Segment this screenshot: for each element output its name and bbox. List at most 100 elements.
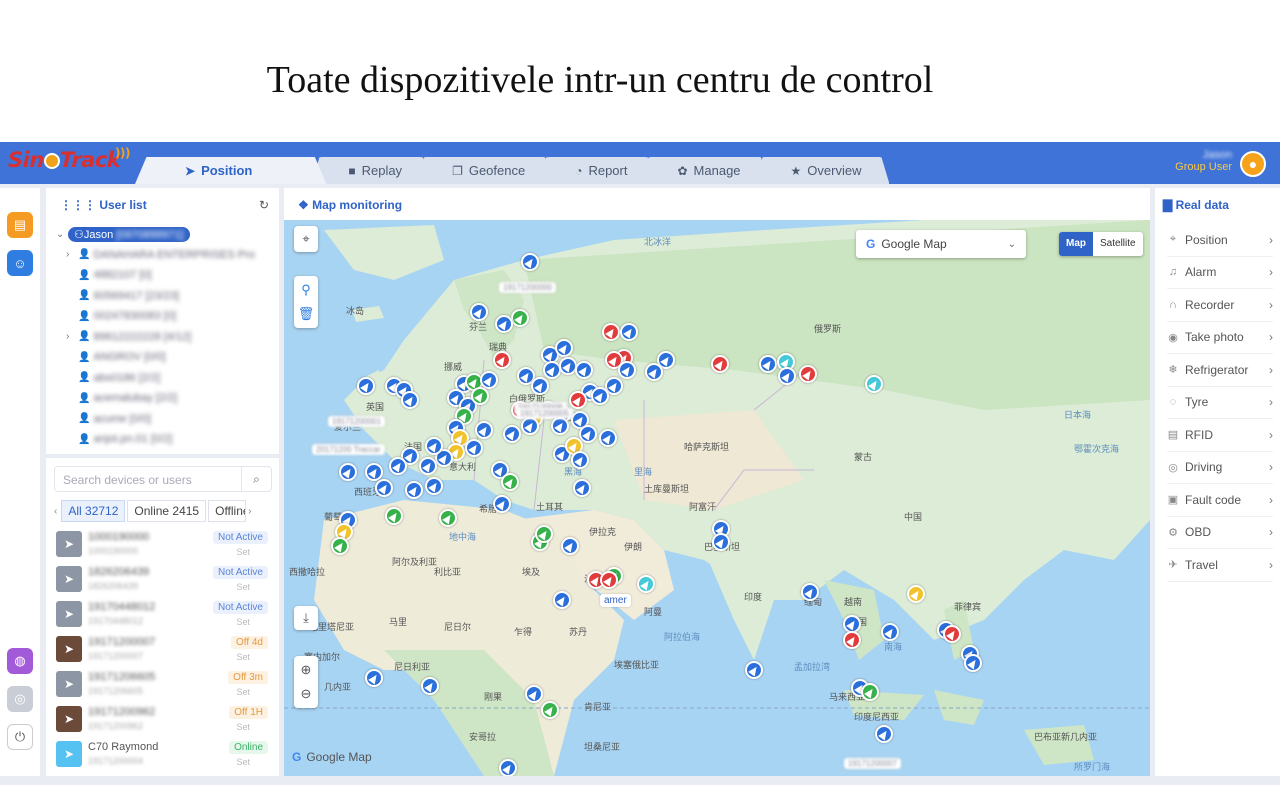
chevron-right-icon[interactable]: ›	[66, 249, 78, 260]
real-data-tyre[interactable]: ◌ Tyre ›	[1167, 387, 1273, 419]
vehicle-marker[interactable]	[745, 661, 763, 679]
tree-root[interactable]: ⌄ ⚇Jason [0970899971]	[56, 224, 276, 245]
device-row[interactable]: ➤ C70 Raymond 19171200004 Online Set	[54, 738, 276, 773]
vehicle-marker[interactable]	[881, 623, 899, 641]
tab-overview[interactable]: ★ Overview	[754, 157, 890, 184]
real-data-take-photo[interactable]: ◉ Take photo ›	[1167, 322, 1273, 354]
real-data-driving[interactable]: ◎ Driving ›	[1167, 452, 1273, 484]
globe-icon[interactable]: ◍	[7, 648, 33, 674]
settings-icon[interactable]: ◎	[7, 686, 33, 712]
set-link[interactable]: Set	[236, 617, 250, 627]
vehicle-marker[interactable]	[375, 479, 393, 497]
set-link[interactable]: Set	[236, 687, 250, 697]
vehicle-marker[interactable]	[503, 425, 521, 443]
vehicle-marker[interactable]	[569, 391, 587, 409]
vehicle-marker[interactable]	[511, 309, 529, 327]
device-row[interactable]: ➤ 1826206439 1826206439 Not Active Set	[54, 563, 276, 598]
vehicle-marker[interactable]	[711, 355, 729, 373]
tree-node[interactable]: 👤 00247830083 [0]	[56, 306, 276, 327]
device-map-tag[interactable]: 19171200005	[516, 408, 573, 419]
zoom-in-icon[interactable]: ⊕	[301, 662, 312, 678]
set-link[interactable]: Set	[236, 652, 250, 662]
vehicle-marker[interactable]	[778, 367, 796, 385]
pins-icon[interactable]: ⚲	[301, 282, 311, 298]
vehicle-marker[interactable]	[637, 575, 655, 593]
vehicle-marker[interactable]	[759, 355, 777, 373]
vehicle-marker[interactable]	[531, 377, 549, 395]
vehicle-marker[interactable]	[365, 669, 383, 687]
tab-geofence[interactable]: ❐ Geofence	[416, 157, 554, 184]
tree-node[interactable]: 👤 60569417 [23/23]	[56, 286, 276, 307]
filter-all[interactable]: All 32712	[61, 500, 126, 522]
vehicle-marker[interactable]	[439, 509, 457, 527]
device-row[interactable]: ➤ 19171200007 19171200007 Off 4d Set	[54, 633, 276, 668]
filter-online[interactable]: Online 2415	[127, 500, 207, 522]
vehicle-marker[interactable]	[801, 583, 819, 601]
search-icon[interactable]: ⌕	[241, 467, 271, 491]
vehicle-marker[interactable]	[861, 683, 879, 701]
tab-manage[interactable]: ✿ Manage	[641, 157, 769, 184]
vehicle-marker[interactable]	[389, 457, 407, 475]
vehicle-marker[interactable]	[541, 701, 559, 719]
device-map-tag[interactable]: 20171200 Traccar	[312, 444, 385, 455]
vehicle-marker[interactable]	[599, 429, 617, 447]
vehicle-marker[interactable]	[480, 371, 498, 389]
device-map-tag[interactable]: 19171200001	[328, 416, 385, 427]
vehicle-marker[interactable]	[521, 253, 539, 271]
tree-node[interactable]: › 👤 DANAHARA ENTERPRISES Pro	[56, 245, 276, 266]
vehicle-marker[interactable]	[799, 365, 817, 383]
tab-replay[interactable]: ■ Replay	[312, 157, 431, 184]
tree-node[interactable]: 👤 acemalubay [2/2]	[56, 388, 276, 409]
vehicle-marker[interactable]	[553, 591, 571, 609]
power-icon[interactable]: ⏻	[7, 724, 33, 750]
vehicle-marker[interactable]	[618, 361, 636, 379]
vehicle-marker[interactable]	[470, 303, 488, 321]
tab-report[interactable]: ◔ Report	[539, 157, 656, 184]
vehicle-marker[interactable]	[620, 323, 638, 341]
real-data-rfid[interactable]: ▤ RFID ›	[1167, 419, 1273, 452]
vehicle-marker[interactable]	[907, 585, 925, 603]
device-row[interactable]: ➤ 19171200962 19171200962 Off 1H Set	[54, 703, 276, 738]
vehicle-marker[interactable]	[571, 451, 589, 469]
tree-node[interactable]: 👤 4882107 [0]	[56, 265, 276, 286]
tree-node[interactable]: 👤 abs0186 [2/2]	[56, 368, 276, 389]
vehicle-marker[interactable]	[943, 625, 961, 643]
real-data-refrigerator[interactable]: ❄ Refrigerator ›	[1167, 354, 1273, 387]
vehicle-marker[interactable]	[575, 361, 593, 379]
set-link[interactable]: Set	[236, 722, 250, 732]
real-data-alarm[interactable]: ♫ Alarm ›	[1167, 257, 1273, 289]
vehicle-marker[interactable]	[421, 677, 439, 695]
vehicle-marker[interactable]	[535, 525, 553, 543]
vehicle-marker[interactable]	[365, 463, 383, 481]
tree-node[interactable]: 👤 acume [0/0]	[56, 409, 276, 430]
zoom-out-icon[interactable]: ⊖	[301, 686, 312, 702]
vehicle-marker[interactable]	[401, 391, 419, 409]
real-data-travel[interactable]: ✈ Travel ›	[1167, 549, 1273, 582]
chevron-left-icon[interactable]: ‹	[54, 506, 57, 517]
filter-offline[interactable]: Offline 6	[208, 500, 247, 522]
vehicle-marker[interactable]	[964, 654, 982, 672]
avatar[interactable]: ●	[1240, 151, 1266, 177]
set-link[interactable]: Set	[236, 547, 250, 557]
location-pin-icon[interactable]: ⌖	[294, 226, 318, 252]
vehicle-marker[interactable]	[425, 437, 443, 455]
vehicle-marker[interactable]	[600, 571, 618, 589]
vehicle-marker[interactable]	[425, 477, 443, 495]
vehicle-marker[interactable]	[475, 421, 493, 439]
vehicle-marker[interactable]	[602, 323, 620, 341]
vehicle-marker[interactable]	[579, 425, 597, 443]
refresh-icon[interactable]: ↻	[259, 198, 269, 212]
vehicle-marker[interactable]	[357, 377, 375, 395]
map-provider-select[interactable]: G Google Map ⌄	[856, 230, 1026, 258]
real-data-position[interactable]: ⌖ Position ›	[1167, 224, 1273, 257]
device-row[interactable]: ➤ 1000190000 1000190000 Not Active Set	[54, 528, 276, 563]
vehicle-marker[interactable]	[493, 495, 511, 513]
vehicle-marker[interactable]	[591, 387, 609, 405]
map-type-satellite[interactable]: Satellite	[1093, 232, 1143, 256]
vehicle-marker[interactable]	[559, 357, 577, 375]
search-input[interactable]: Search devices or users ⌕	[54, 466, 272, 492]
vehicle-marker[interactable]	[385, 507, 403, 525]
tree-node[interactable]: 👤 anjot.pn.01 [0/2]	[56, 429, 276, 450]
vehicle-marker[interactable]	[331, 537, 349, 555]
device-map-tag[interactable]: 19171200007	[844, 758, 901, 769]
